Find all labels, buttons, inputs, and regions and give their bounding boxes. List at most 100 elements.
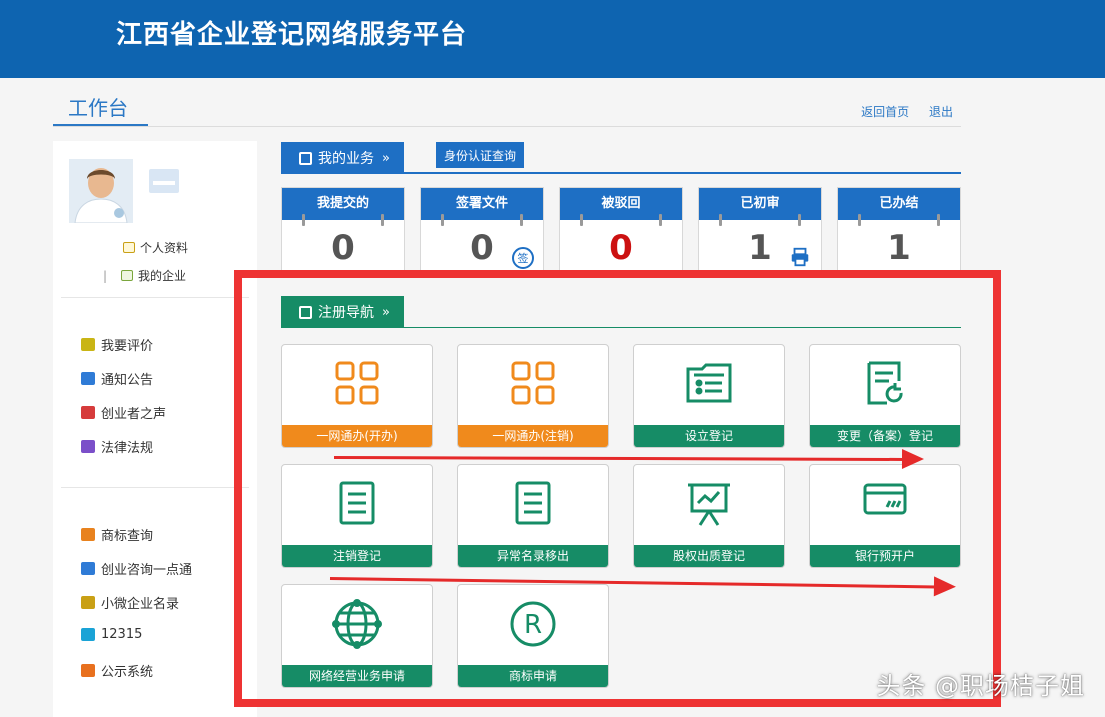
nav-tile[interactable]: 股权出质登记 [633,464,785,568]
stat-card-value: 0 [609,228,633,268]
sidebar-item[interactable]: 商标查询 [81,525,153,544]
sidebar-item[interactable]: 创业者之声 [81,403,166,422]
top-links: 返回首页 退出 [845,103,953,120]
nav-tile[interactable]: 异常名录移出 [457,464,609,568]
sidebar-item[interactable]: 法律法规 [81,437,153,456]
annotation-arrow [333,456,905,461]
home-link[interactable]: 返回首页 [861,105,909,119]
profile-icon [123,242,135,253]
tab-my-business[interactable]: 我的业务 » [281,142,404,174]
sidebar: 个人资料 | 我的企业 我要评价通知公告创业者之声法律法规 商标查询创业咨询一点… [53,141,257,717]
svg-text:签: 签 [518,251,529,265]
card-icon [810,479,960,531]
header-bar: 江西省企业登记网络服务平台 [0,0,1105,78]
sidebar-item-label: 我要评价 [101,339,154,354]
sidebar-item-label: 小微企业名录 [101,597,180,612]
stat-card[interactable]: 已初审 1 [698,187,822,273]
id-query-button[interactable]: 身份认证查询 [436,142,525,168]
nav-tile-label: 一网通办(注销) [458,425,608,447]
tab-my-business-label: 我的业务 [318,151,374,167]
sidebar-item[interactable]: 通知公告 [81,369,153,388]
stat-card-value: 0 [331,228,355,268]
doc-lines-icon [458,479,608,531]
nav-tile-label: 注销登记 [282,545,432,567]
grid-icon [81,562,95,575]
sidebar-item-label: 商标查询 [101,529,154,544]
separator: | [103,268,108,283]
sidebar-item[interactable]: 我要评价 [81,335,153,354]
stat-card[interactable]: 我提交的 0 [281,187,405,273]
header-divider [53,126,961,127]
sidebar-item-label: 通知公告 [101,373,154,388]
registered-icon: R [458,599,608,651]
sidebar-item-label: 法律法规 [101,441,154,456]
stat-card-label: 签署文件 [421,188,543,226]
svg-text:R: R [524,610,542,640]
tab-registration-nav-label: 注册导航 [318,305,374,321]
sidebar-item-label: 创业者之声 [101,407,167,422]
stat-card-label: 已办结 [838,188,960,226]
stat-card[interactable]: 被驳回 0 [559,187,683,273]
envelope-icon [81,338,95,351]
nav-tile[interactable]: 注销登记 [281,464,433,568]
doc-lines-icon [282,479,432,531]
mail-icon [81,406,95,419]
sidebar-item[interactable]: 12315 [81,627,142,642]
my-business-line [281,172,961,174]
nav-tile[interactable]: 一网通办(注销) [457,344,609,448]
trademark-icon [81,528,95,541]
workbench-tab[interactable]: 工作台 [68,92,128,121]
nav-tile[interactable]: 变更（备案）登记 [809,344,961,448]
nav-tile[interactable]: R 商标申请 [457,584,609,688]
sidebar-item-label: 创业咨询一点通 [101,563,193,578]
stat-card[interactable]: 签署文件 0 签 [420,187,544,273]
logout-link[interactable]: 退出 [929,105,953,119]
apps-grid-icon [458,359,608,411]
nav-tile-label: 一网通办(开办) [282,425,432,447]
nav-tile-label: 网络经营业务申请 [282,665,432,687]
monitor-icon [81,628,95,641]
stat-card[interactable]: 已办结 1 [837,187,961,273]
sidebar-item[interactable]: 创业咨询一点通 [81,559,192,578]
profile-link[interactable]: 个人资料 [123,239,188,256]
sidebar-item-label: 公示系统 [101,665,154,680]
nav-tile-label: 异常名录移出 [458,545,608,567]
registration-nav-line [281,327,961,328]
stat-card-label: 已初审 [699,188,821,226]
sidebar-divider [61,487,249,488]
nav-tile[interactable]: 设立登记 [633,344,785,448]
books-icon [81,440,95,453]
nav-tile-label: 股权出质登记 [634,545,784,567]
document-icon [81,664,95,677]
nav-tile-label: 设立登记 [634,425,784,447]
sidebar-item-label: 12315 [101,627,143,642]
user-badge-icon [149,169,179,193]
sign-icon: 签 [511,246,535,270]
briefcase-icon [299,151,312,165]
folder-list-icon [634,359,784,411]
nav-tile[interactable]: 银行预开户 [809,464,961,568]
list-icon [81,596,95,609]
nav-tile[interactable]: 一网通办(开办) [281,344,433,448]
platform-title: 江西省企业登记网络服务平台 [116,20,468,50]
stat-card-value: 1 [887,228,911,268]
stat-card-label: 我提交的 [282,188,404,226]
double-chevron-icon: » [382,304,390,320]
sidebar-item[interactable]: 公示系统 [81,661,153,680]
company-link-label: 我的企业 [138,269,187,283]
company-icon [121,270,134,281]
nav-tile[interactable]: 网络经营业务申请 [281,584,433,688]
watermark: 头条 @职场桔子姐 [876,672,1085,700]
company-link[interactable]: | 我的企业 [103,267,186,284]
sidebar-item[interactable]: 小微企业名录 [81,593,179,612]
avatar[interactable] [69,159,133,223]
sidebar-divider [61,297,249,298]
globe-icon [282,599,432,651]
double-chevron-icon: » [382,150,390,166]
apps-grid-icon [282,359,432,411]
printer-icon [789,246,813,270]
tab-registration-nav[interactable]: 注册导航 » [281,296,404,328]
edit-icon [299,305,312,319]
doc-refresh-icon [810,359,960,411]
chat-icon [81,372,95,385]
